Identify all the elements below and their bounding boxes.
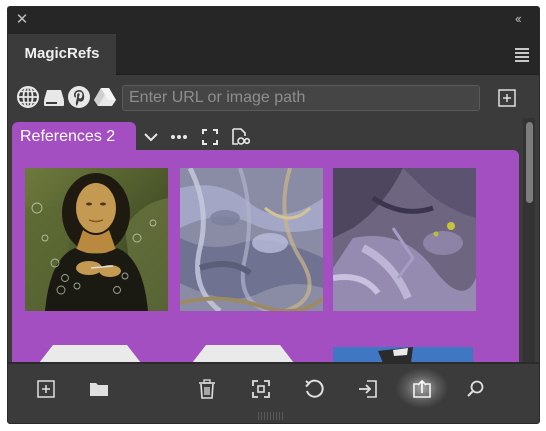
search-icon[interactable]: [465, 378, 487, 400]
partial-sky-image[interactable]: [333, 347, 473, 362]
trash-icon[interactable]: [196, 378, 218, 400]
collection-tab[interactable]: References 2: [12, 122, 136, 152]
toolbar-divider: [8, 362, 539, 364]
reset-icon[interactable]: [303, 378, 325, 400]
import-icon[interactable]: [357, 378, 379, 400]
reference-board[interactable]: [12, 150, 519, 362]
satellite-terrain-image-1[interactable]: [180, 168, 323, 311]
panel-title-bar: ✕ ‹‹: [8, 7, 539, 34]
panel-menu-icon[interactable]: [515, 48, 529, 62]
url-input[interactable]: [122, 85, 480, 111]
close-icon[interactable]: ✕: [14, 12, 30, 28]
resize-grip[interactable]: [258, 412, 288, 420]
google-drive-icon[interactable]: [93, 85, 117, 109]
collapse-panel-icon[interactable]: ‹‹: [515, 11, 531, 27]
partial-image-shape-1[interactable]: [35, 343, 145, 362]
bottom-toolbar: [8, 368, 539, 408]
url-row: [8, 83, 539, 113]
fit-icon[interactable]: [250, 378, 272, 400]
export-icon[interactable]: [411, 378, 433, 400]
satellite-terrain-image-2[interactable]: [333, 168, 476, 311]
panel-tab-row: MagicRefs: [8, 34, 539, 75]
chevron-down-icon[interactable]: [141, 127, 161, 147]
add-board-icon[interactable]: [35, 378, 57, 400]
magicrefs-panel: ✕ ‹‹ MagicRefs Enter URL or image path R…: [7, 6, 540, 424]
mona-lisa-bubbles-image[interactable]: [25, 168, 168, 311]
tab-magicrefs[interactable]: MagicRefs: [8, 34, 116, 75]
drive-icon[interactable]: [42, 85, 66, 109]
partial-image-shape-2[interactable]: [188, 343, 298, 362]
pinterest-icon[interactable]: [67, 85, 91, 109]
scrollbar-thumb[interactable]: [526, 122, 533, 203]
add-url-icon[interactable]: [498, 89, 516, 107]
fullscreen-icon[interactable]: [200, 127, 220, 147]
folder-icon[interactable]: [88, 378, 110, 400]
globe-icon[interactable]: [16, 85, 40, 109]
find-image-icon[interactable]: [230, 127, 250, 147]
more-icon[interactable]: [169, 127, 189, 147]
